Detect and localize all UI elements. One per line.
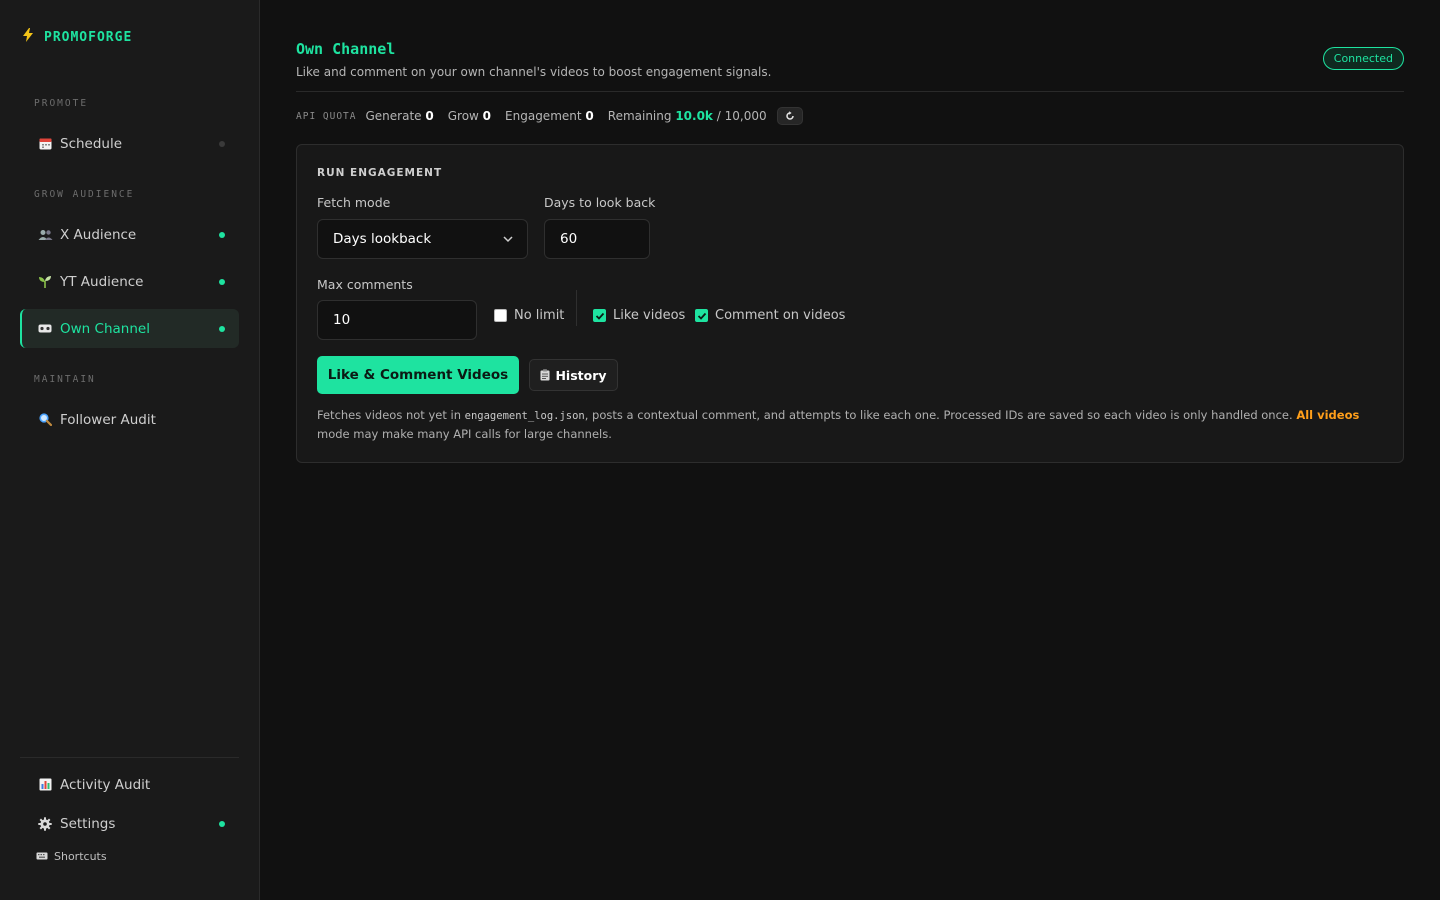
quota-grow-label: Grow: [447, 109, 479, 123]
keyboard-icon: [36, 850, 48, 863]
header-divider: [296, 91, 1404, 92]
calendar-icon: [37, 137, 53, 150]
help-text: Fetches videos not yet in engagement_log…: [317, 406, 1377, 443]
fetch-mode-value: Days lookback: [333, 231, 432, 247]
sidebar-item-label: Settings: [60, 815, 116, 832]
sidebar-item-follower-audit[interactable]: Follower Audit: [20, 400, 239, 439]
check-icon: [697, 312, 706, 320]
quota-generate-value: 0: [425, 109, 434, 123]
quota-grow: Grow 0: [448, 109, 491, 123]
quota-remaining-label: Remaining: [607, 109, 672, 123]
vertical-divider: [576, 290, 577, 326]
quota-engagement-label: Engagement: [505, 109, 582, 123]
history-label: History: [555, 367, 607, 383]
max-comments-input[interactable]: 10: [317, 300, 477, 340]
card-title: RUN ENGAGEMENT: [317, 167, 443, 179]
magnifier-icon: [37, 413, 53, 426]
shortcuts-link[interactable]: Shortcuts: [36, 850, 107, 863]
api-quota-bar: API QUOTA Generate 0 Grow 0 Engagement 0…: [296, 106, 803, 126]
quota-label: API QUOTA: [296, 110, 357, 122]
brand[interactable]: PROMOFORGE: [22, 28, 132, 46]
quota-remaining: Remaining 10.0k / 10,000: [608, 109, 767, 123]
checkbox-box[interactable]: [695, 309, 708, 322]
help-text-filename: engagement_log.json: [464, 410, 585, 422]
status-dot: [219, 278, 225, 285]
gear-icon: [37, 816, 53, 831]
sidebar-divider: [20, 757, 239, 758]
fetch-mode-select[interactable]: Days lookback: [317, 219, 528, 259]
chevron-down-icon: [503, 236, 513, 243]
fetch-mode-label: Fetch mode: [317, 195, 391, 210]
status-dot: [219, 140, 225, 147]
video-camera-icon: [37, 324, 53, 333]
status-badge: Connected: [1322, 47, 1404, 70]
sprout-icon: [37, 275, 53, 289]
refresh-quota-button[interactable]: [776, 107, 803, 125]
help-text-part: mode may make many API calls for large c…: [317, 427, 612, 441]
page-title: Own Channel: [296, 40, 396, 58]
run-engagement-card: RUN ENGAGEMENT Fetch mode Days lookback …: [296, 144, 1404, 463]
no-limit-checkbox[interactable]: No limit: [494, 308, 564, 323]
days-lookback-label: Days to look back: [544, 195, 656, 210]
checkbox-box[interactable]: [494, 309, 507, 322]
comment-videos-checkbox[interactable]: Comment on videos: [695, 308, 845, 323]
like-videos-label: Like videos: [613, 308, 686, 323]
check-icon: [595, 312, 604, 320]
clipboard-icon: [540, 369, 550, 381]
section-label-maintain: MAINTAIN: [34, 374, 96, 385]
sidebar-item-own-channel[interactable]: Own Channel: [20, 309, 239, 348]
quota-grow-value: 0: [482, 109, 492, 123]
quota-total: / 10,000: [716, 109, 767, 123]
sidebar-item-label: Schedule: [60, 135, 123, 152]
quota-generate-label: Generate: [365, 109, 422, 123]
sidebar: PROMOFORGE PROMOTE Schedule GROW AUDIENC…: [0, 0, 260, 900]
comment-videos-label: Comment on videos: [715, 308, 846, 323]
sidebar-item-label: YT Audience: [60, 273, 144, 290]
page-subtitle: Like and comment on your own channel's v…: [296, 65, 772, 79]
section-label-grow-audience: GROW AUDIENCE: [34, 189, 135, 200]
sidebar-item-label: Own Channel: [60, 320, 150, 337]
like-videos-checkbox[interactable]: Like videos: [593, 308, 685, 323]
sidebar-item-settings[interactable]: Settings: [20, 804, 239, 843]
status-dot: [219, 231, 225, 238]
history-button[interactable]: History: [529, 359, 618, 391]
quota-engagement-value: 0: [585, 109, 594, 123]
refresh-icon: [785, 111, 794, 120]
help-text-warning: All videos: [1296, 408, 1360, 422]
max-comments-label: Max comments: [317, 277, 413, 292]
bar-chart-icon: [37, 778, 53, 791]
sidebar-item-activity-audit[interactable]: Activity Audit: [20, 765, 239, 804]
like-comment-videos-button[interactable]: Like & Comment Videos: [317, 356, 519, 394]
sidebar-item-schedule[interactable]: Schedule: [20, 124, 239, 163]
section-label-promote: PROMOTE: [34, 98, 89, 109]
checkbox-box[interactable]: [593, 309, 606, 322]
status-dot: [219, 325, 225, 332]
quota-remaining-value: 10.0k: [675, 109, 713, 123]
lightning-icon: [22, 28, 34, 46]
shortcuts-label: Shortcuts: [54, 850, 107, 863]
people-icon: [37, 229, 53, 241]
sidebar-item-label: Follower Audit: [60, 411, 156, 428]
help-text-part: , posts a contextual comment, and attemp…: [584, 408, 1297, 422]
no-limit-label: No limit: [514, 308, 565, 323]
sidebar-item-yt-audience[interactable]: YT Audience: [20, 262, 239, 301]
quota-engagement: Engagement 0: [505, 109, 594, 123]
days-lookback-input[interactable]: 60: [544, 219, 650, 259]
brand-name: PROMOFORGE: [44, 29, 133, 45]
sidebar-item-x-audience[interactable]: X Audience: [20, 215, 239, 254]
quota-generate: Generate 0: [365, 109, 433, 123]
status-dot: [219, 820, 225, 827]
help-text-part: Fetches videos not yet in: [317, 408, 465, 422]
sidebar-item-label: Activity Audit: [60, 776, 151, 793]
sidebar-item-label: X Audience: [60, 226, 137, 243]
